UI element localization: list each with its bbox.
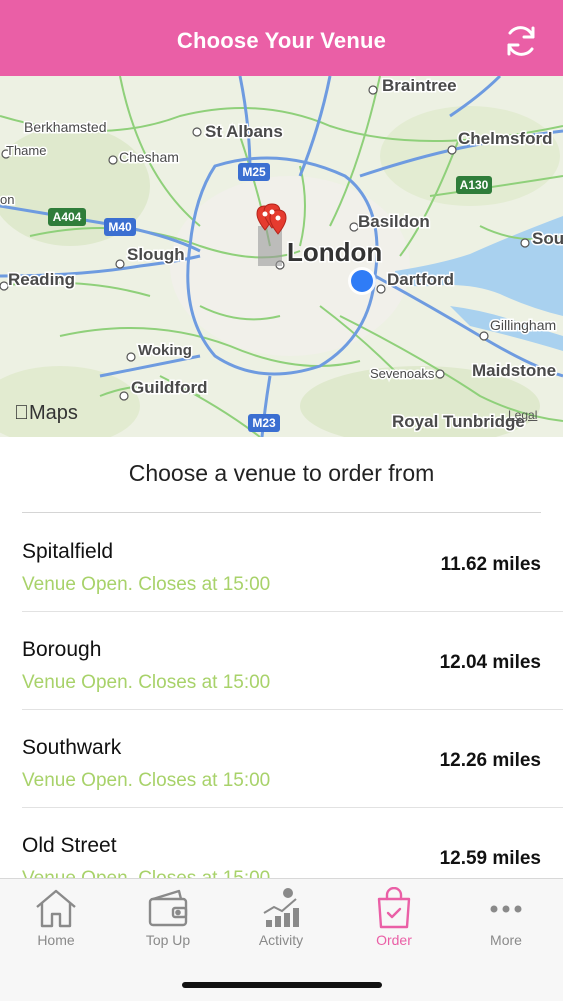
apple-maps-attribution[interactable]: Maps	[14, 402, 78, 425]
venue-row[interactable]: Southwark Venue Open. Closes at 15:00 12…	[0, 710, 563, 808]
tab-home[interactable]: Home	[0, 887, 112, 957]
map-label-berkhamsted: Berkhamsted	[24, 119, 106, 135]
venue-row[interactable]: Borough Venue Open. Closes at 15:00 12.0…	[0, 612, 563, 710]
venue-status: Venue Open. Closes at 15:00	[22, 672, 271, 693]
map-label-maidstone: Maidstone	[472, 361, 556, 380]
divider	[22, 512, 541, 513]
venue-pins[interactable]	[256, 203, 287, 266]
map-label-basildon: Basildon	[358, 212, 430, 231]
venue-status: Venue Open. Closes at 15:00	[22, 770, 271, 791]
map-label-sou: Sou	[532, 229, 563, 248]
apple-logo-icon: 	[14, 402, 29, 424]
m23-shield: M23	[252, 416, 276, 430]
map-legal-link[interactable]: Legal	[508, 408, 537, 422]
refresh-icon	[507, 26, 535, 56]
venue-name: Old Street	[22, 834, 117, 857]
activity-icon	[263, 888, 299, 927]
tab-label: Order	[376, 932, 412, 948]
m25-shield: M25	[242, 165, 266, 179]
a404-shield: A404	[53, 210, 82, 224]
tab-order[interactable]: Order	[338, 887, 450, 957]
user-location-dot	[348, 267, 376, 295]
venue-name: Spitalfield	[22, 540, 114, 563]
map-label-sevenoaks: Sevenoaks	[370, 366, 435, 381]
map-label-st-albans: St Albans	[205, 122, 283, 141]
tab-label: Top Up	[145, 932, 191, 948]
m40-shield: M40	[108, 220, 132, 234]
venue-status: Venue Open. Closes at 15:00	[22, 574, 271, 595]
map-label-slough: Slough	[127, 245, 185, 264]
map-label-royal-tunbridge: Royal Tunbridge	[392, 412, 525, 431]
shopping-bag-icon	[377, 887, 411, 929]
venue-map[interactable]: M25 A404 M40 A130 M23 Braintree Berkhams…	[0, 76, 563, 437]
home-indicator	[182, 982, 382, 988]
venue-distance: 11.62 miles	[440, 554, 541, 575]
tab-label: Home	[37, 932, 75, 948]
refresh-button[interactable]	[500, 20, 542, 62]
tab-top-up[interactable]: Top Up	[112, 887, 224, 957]
map-canvas: M25 A404 M40 A130 M23 Braintree Berkhams…	[0, 76, 563, 437]
map-label-reading: Reading	[8, 270, 75, 289]
venue-name: Southwark	[22, 736, 122, 759]
map-label-woking: Woking	[138, 342, 192, 359]
map-label-chelmsford: Chelmsford	[458, 129, 552, 148]
tab-label: Activity	[258, 932, 304, 948]
map-label-dartford: Dartford	[387, 270, 454, 289]
more-icon	[490, 905, 522, 913]
app-header: Choose Your Venue	[0, 0, 563, 76]
tab-label: More	[490, 932, 522, 948]
tab-more[interactable]: More	[450, 887, 562, 957]
section-title: Choose a venue to order from	[128, 460, 435, 486]
home-icon	[36, 889, 76, 928]
map-label-london: London	[287, 237, 382, 267]
map-label-braintree: Braintree	[382, 76, 457, 95]
page-title: Choose Your Venue	[176, 28, 387, 53]
venue-distance: 12.04 miles	[439, 652, 541, 673]
wallet-icon	[148, 889, 188, 927]
venue-distance: 12.59 miles	[439, 848, 541, 869]
map-label-on: on	[0, 192, 14, 207]
tab-activity[interactable]: Activity	[225, 887, 337, 957]
map-label-thame: Thame	[6, 143, 46, 158]
map-label-chesham: Chesham	[119, 149, 179, 165]
venue-name: Borough	[22, 638, 102, 661]
venue-row[interactable]: Spitalfield Venue Open. Closes at 15:00 …	[0, 514, 563, 612]
venue-distance: 12.26 miles	[439, 750, 541, 771]
a130-shield: A130	[460, 178, 489, 192]
map-label-guildford: Guildford	[131, 378, 207, 397]
map-label-gillingham: Gillingham	[490, 317, 556, 333]
